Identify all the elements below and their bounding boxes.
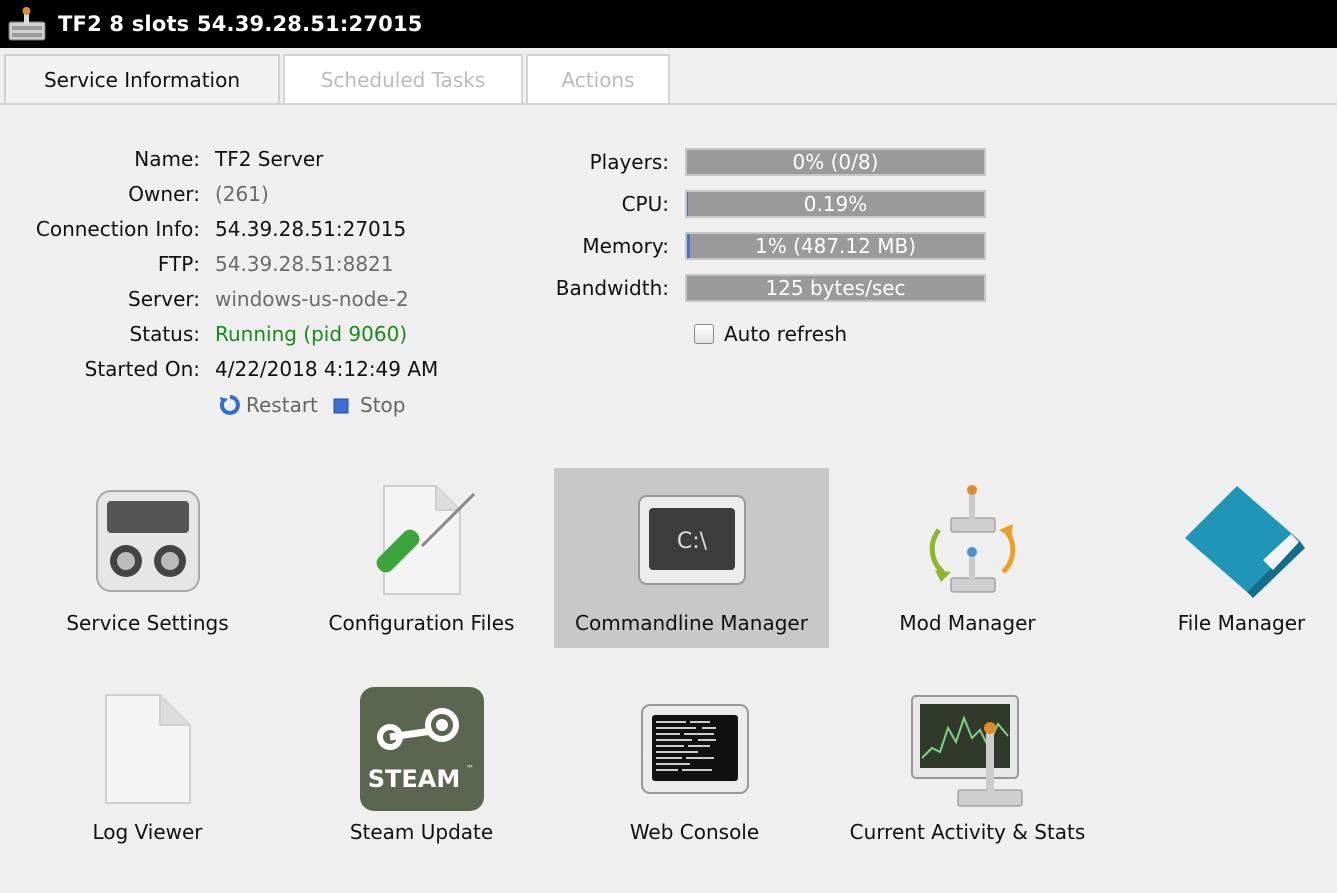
players-meter-text: 0% (0/8) [792, 150, 879, 174]
started-on-value: 4/22/2018 4:12:49 AM [215, 357, 439, 381]
tile-label: File Manager [1177, 611, 1306, 635]
steam-icon: STEAM ™ [359, 687, 484, 811]
activity-stats-icon [910, 695, 1022, 807]
config-files-icon [376, 485, 475, 595]
file-manager-icon [1184, 486, 1305, 598]
memory-label: Memory: [582, 234, 669, 258]
log-viewer-icon [104, 694, 191, 804]
ftp-value: 54.39.28.51:8821 [215, 252, 394, 276]
web-console-icon [640, 704, 749, 794]
tab-actions[interactable]: Actions [526, 54, 670, 104]
restart-label: Restart [246, 393, 318, 417]
auto-refresh-toggle[interactable]: Auto refresh [694, 322, 847, 346]
tile-web-console[interactable]: Web Console [557, 677, 832, 857]
status-value: Running (pid 9060) [215, 322, 408, 346]
cpu-meter: 0.19% [685, 190, 986, 218]
connection-info-value: 54.39.28.51:27015 [215, 217, 407, 241]
restart-icon [219, 395, 240, 415]
cpu-label: CPU: [621, 192, 669, 216]
window-titlebar: TF2 8 slots 54.39.28.51:27015 [0, 0, 1337, 48]
cmd-prompt-text: C:\ [676, 529, 707, 554]
server-value: windows-us-node-2 [215, 287, 409, 311]
status-label: Status: [129, 322, 200, 346]
restart-button[interactable]: Restart [218, 393, 318, 417]
tile-service-settings[interactable]: Service Settings [10, 468, 285, 648]
players-label: Players: [589, 150, 669, 174]
cpu-meter-text: 0.19% [803, 192, 868, 216]
commandline-icon: C:\ [637, 495, 746, 585]
owner-label: Owner: [128, 182, 200, 206]
tab-scheduled-tasks[interactable]: Scheduled Tasks [283, 54, 523, 104]
server-joystick-icon [8, 7, 46, 41]
players-meter: 0% (0/8) [685, 148, 986, 176]
bandwidth-meter: 125 bytes/sec [685, 274, 986, 302]
auto-refresh-label: Auto refresh [724, 322, 848, 346]
memory-meter: 1% (487.12 MB) [685, 232, 986, 260]
service-settings-icon [95, 490, 200, 592]
stop-icon [333, 398, 349, 414]
mod-manager-icon [929, 485, 1015, 593]
tile-label: Steam Update [349, 820, 494, 844]
server-label: Server: [128, 287, 200, 311]
tile-current-activity-stats[interactable]: Current Activity & Stats [830, 677, 1105, 857]
bandwidth-meter-text: 125 bytes/sec [765, 276, 906, 300]
window-title: TF2 8 slots 54.39.28.51:27015 [58, 12, 423, 36]
tile-label: Web Console [629, 820, 760, 844]
tile-log-viewer[interactable]: Log Viewer [10, 677, 285, 857]
tile-label: Service Settings [66, 611, 229, 635]
name-label: Name: [134, 147, 200, 171]
auto-refresh-checkbox[interactable] [694, 324, 714, 344]
steam-wordmark: STEAM [367, 765, 460, 793]
tab-divider [0, 103, 1337, 105]
memory-meter-text: 1% (487.12 MB) [754, 234, 916, 258]
tile-steam-update[interactable]: STEAM ™ Steam Update [284, 677, 559, 857]
tile-label: Log Viewer [92, 820, 203, 844]
name-value: TF2 Server [215, 147, 324, 171]
started-on-label: Started On: [84, 357, 200, 381]
steam-trademark: ™ [466, 764, 474, 773]
tab-service-information[interactable]: Service Information [4, 54, 280, 104]
tile-mod-manager[interactable]: Mod Manager [830, 468, 1105, 648]
stop-label: Stop [360, 393, 406, 417]
tile-label: Current Activity & Stats [849, 820, 1086, 844]
bandwidth-label: Bandwidth: [555, 276, 669, 300]
tile-label: Commandline Manager [575, 611, 808, 635]
tile-configuration-files[interactable]: Configuration Files [284, 468, 559, 648]
connection-info-label: Connection Info: [35, 217, 200, 241]
tile-commandline-manager[interactable]: C:\ Commandline Manager [554, 468, 829, 648]
owner-value: (261) [215, 182, 269, 206]
stop-button[interactable]: Stop [332, 393, 405, 417]
tile-label: Configuration Files [328, 611, 515, 635]
tile-label: Mod Manager [899, 611, 1036, 635]
ftp-label: FTP: [157, 252, 200, 276]
tile-file-manager[interactable]: File Manager [1104, 468, 1337, 648]
